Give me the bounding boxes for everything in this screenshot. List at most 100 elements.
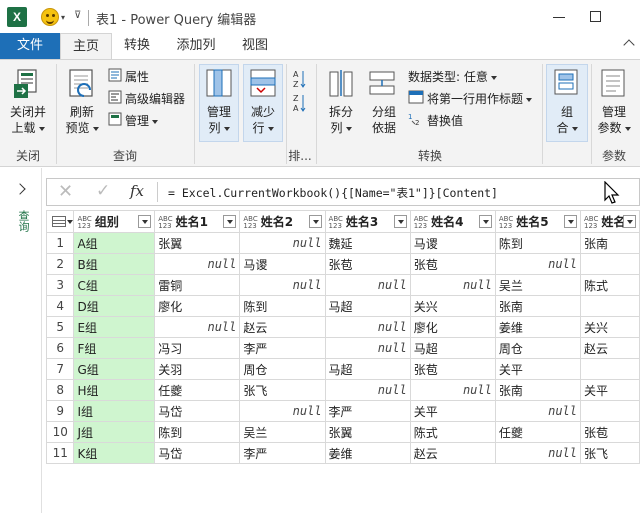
column-header[interactable]: ABC 123 姓名: [580, 210, 640, 233]
tab-view[interactable]: 视图: [232, 33, 278, 59]
column-filter-button[interactable]: [308, 215, 322, 228]
table-cell[interactable]: 张苞: [580, 421, 640, 443]
table-cell[interactable]: 马岱: [154, 442, 241, 464]
column-filter-button[interactable]: [393, 215, 407, 228]
table-cell[interactable]: 周仓: [494, 337, 582, 359]
formula-input[interactable]: = Excel.CurrentWorkbook(){[Name="表1"]}[C…: [168, 185, 498, 201]
any-type-icon[interactable]: ABC 123: [158, 215, 172, 230]
table-cell[interactable]: 赵云: [580, 337, 640, 359]
table-cell[interactable]: null: [154, 253, 241, 275]
table-cell[interactable]: null: [239, 232, 326, 254]
row-number[interactable]: 4: [46, 295, 75, 317]
table-cell[interactable]: 吴兰: [494, 274, 582, 296]
table-cell[interactable]: null: [324, 337, 411, 359]
fx-icon[interactable]: fx: [130, 182, 144, 200]
table-cell[interactable]: 马超: [324, 358, 411, 380]
table-cell[interactable]: 冯习: [154, 337, 241, 359]
manage-query-button[interactable]: 管理: [125, 112, 159, 129]
table-cell[interactable]: [580, 358, 640, 380]
any-type-icon[interactable]: ABC 123: [329, 215, 343, 230]
table-cell[interactable]: 关平: [580, 379, 640, 401]
table-cell[interactable]: null: [494, 253, 582, 275]
table-cell[interactable]: null: [324, 316, 411, 338]
table-cell[interactable]: [580, 400, 640, 422]
table-cell[interactable]: C组: [73, 274, 156, 296]
maximize-button[interactable]: [590, 11, 601, 22]
any-type-icon[interactable]: ABC 123: [499, 215, 513, 230]
table-cell[interactable]: 张南: [494, 295, 582, 317]
commit-formula-icon[interactable]: ✓: [96, 181, 110, 201]
table-cell[interactable]: 马超: [409, 337, 496, 359]
table-cell[interactable]: 张苞: [324, 253, 411, 275]
table-cell[interactable]: 关羽: [154, 358, 241, 380]
table-cell[interactable]: null: [409, 274, 496, 296]
table-cell[interactable]: J组: [73, 421, 156, 443]
column-header[interactable]: ABC 123 组别: [73, 210, 156, 233]
row-number[interactable]: 2: [46, 253, 75, 275]
group-by-button[interactable]: 分组 依据: [364, 104, 404, 136]
table-cell[interactable]: 周仓: [239, 358, 326, 380]
column-header[interactable]: ABC 123 姓名2: [239, 210, 326, 233]
column-filter-button[interactable]: [564, 215, 578, 228]
queries-pane-label[interactable]: 查询: [17, 210, 31, 232]
table-cell[interactable]: 陈到: [494, 232, 582, 254]
quick-access-dropdown-icon[interactable]: ⊽: [74, 10, 81, 21]
table-cell[interactable]: D组: [73, 295, 156, 317]
table-cell[interactable]: 马岱: [154, 400, 241, 422]
row-number[interactable]: 11: [46, 442, 75, 464]
table-cell[interactable]: 张苞: [409, 358, 496, 380]
table-cell[interactable]: 陈式: [580, 274, 640, 296]
row-number[interactable]: 5: [46, 316, 75, 338]
table-cell[interactable]: 雷铜: [154, 274, 241, 296]
table-cell[interactable]: null: [409, 379, 496, 401]
any-type-icon[interactable]: ABC 123: [77, 215, 91, 230]
column-header[interactable]: ABC 123 姓名1: [154, 210, 241, 233]
tab-file[interactable]: 文件: [0, 33, 60, 59]
table-cell[interactable]: 陈到: [239, 295, 326, 317]
table-cell[interactable]: null: [324, 379, 411, 401]
table-cell[interactable]: 魏延: [324, 232, 411, 254]
column-filter-button[interactable]: [623, 215, 636, 228]
table-cell[interactable]: 关兴: [580, 316, 640, 338]
sort-descending-icon[interactable]: ZA: [292, 92, 306, 117]
table-cell[interactable]: 张南: [494, 379, 582, 401]
any-type-icon[interactable]: ABC 123: [243, 215, 257, 230]
row-number[interactable]: 6: [46, 337, 75, 359]
table-cell[interactable]: G组: [73, 358, 156, 380]
table-cell[interactable]: null: [239, 274, 326, 296]
table-cell[interactable]: [580, 295, 640, 317]
column-header[interactable]: ABC 123 姓名3: [324, 210, 411, 233]
row-number[interactable]: 10: [46, 421, 75, 443]
minimize-button[interactable]: [553, 17, 565, 18]
column-header[interactable]: ABC 123 姓名4: [409, 210, 496, 233]
table-cell[interactable]: 赵云: [239, 316, 326, 338]
advanced-editor-button[interactable]: 高级编辑器: [125, 90, 185, 107]
table-cell[interactable]: 任夔: [494, 421, 582, 443]
table-cell[interactable]: null: [324, 274, 411, 296]
table-cell[interactable]: 任夔: [154, 379, 241, 401]
table-cell[interactable]: E组: [73, 316, 156, 338]
table-cell[interactable]: 张翼: [154, 232, 241, 254]
any-type-icon[interactable]: ABC 123: [414, 215, 428, 230]
table-cell[interactable]: 李严: [239, 337, 326, 359]
table-cell[interactable]: 张飞: [239, 379, 326, 401]
feedback-dropdown-icon[interactable]: ▾: [61, 13, 65, 22]
tab-add-column[interactable]: 添加列: [166, 33, 226, 59]
table-cell[interactable]: 张翼: [324, 421, 411, 443]
tab-home[interactable]: 主页: [60, 33, 112, 59]
row-number[interactable]: 9: [46, 400, 75, 422]
table-cell[interactable]: 廖化: [409, 316, 496, 338]
table-cell[interactable]: 马超: [324, 295, 411, 317]
table-cell[interactable]: F组: [73, 337, 156, 359]
row-number[interactable]: 3: [46, 274, 75, 296]
properties-button[interactable]: 属性: [125, 68, 149, 85]
table-cell[interactable]: 关平: [494, 358, 582, 380]
table-cell[interactable]: 李严: [239, 442, 326, 464]
table-cell[interactable]: null: [154, 316, 241, 338]
table-options-button[interactable]: [46, 210, 75, 233]
table-cell[interactable]: [580, 253, 640, 275]
table-cell[interactable]: 李严: [324, 400, 411, 422]
table-cell[interactable]: null: [494, 400, 582, 422]
smiley-feedback-icon[interactable]: [41, 8, 59, 26]
tab-transform[interactable]: 转换: [114, 33, 160, 59]
